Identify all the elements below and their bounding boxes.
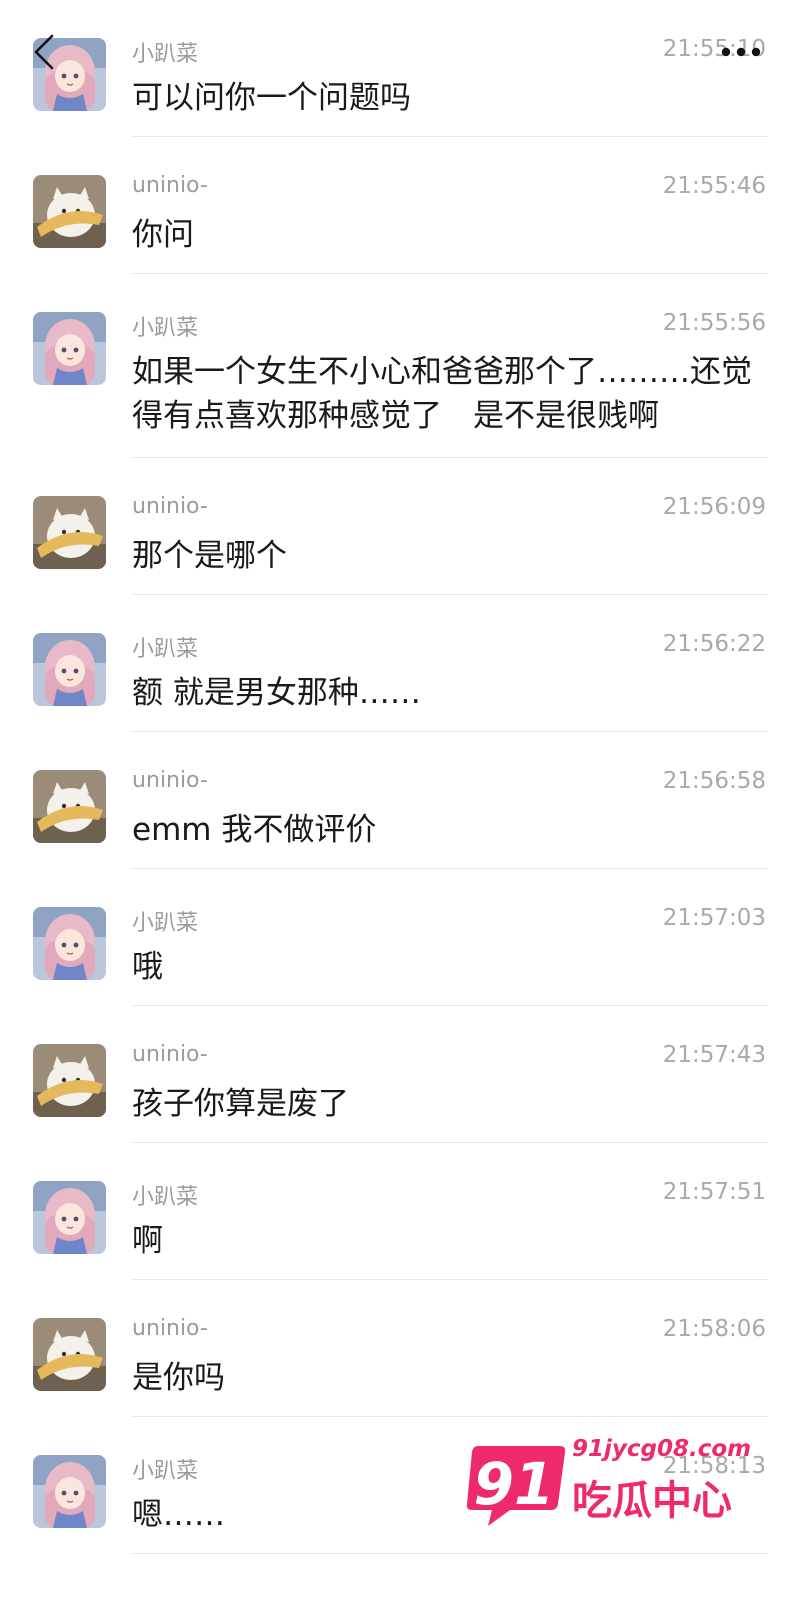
sender-name: 小趴菜 <box>132 42 199 67</box>
cat-avatar[interactable] <box>33 1044 106 1117</box>
sender-name: uninio- <box>132 494 208 519</box>
message-row[interactable]: 小趴菜 21:57:51 啊 <box>0 1143 800 1280</box>
message-time: 21:57:43 <box>662 1042 766 1068</box>
more-dots-icon[interactable] <box>718 44 764 60</box>
message-text: 如果一个女生不小心和爸爸那个了………还觉得有点喜欢那种感觉了 是不是很贱啊 <box>132 354 752 434</box>
message-row[interactable]: uninio- 21:55:46 你问 <box>0 137 800 274</box>
message-row[interactable]: 小趴菜 21:55:56 如果一个女生不小心和爸爸那个了………还觉得有点喜欢那种感觉… <box>0 274 800 458</box>
watermark-title: 吃瓜中心 <box>572 1478 732 1524</box>
message-row[interactable]: uninio- 21:57:43 孩子你算是废了 <box>0 1006 800 1143</box>
cat-avatar[interactable] <box>33 175 106 248</box>
girl-avatar[interactable] <box>33 633 106 706</box>
message-row[interactable]: uninio- 21:56:09 那个是哪个 <box>0 458 800 595</box>
girl-avatar[interactable] <box>33 312 106 385</box>
divider <box>132 1553 768 1554</box>
message-time: 21:57:03 <box>662 905 766 931</box>
sender-name: uninio- <box>132 768 208 793</box>
cat-avatar[interactable] <box>33 1318 106 1391</box>
message-text: 你问 <box>132 217 194 253</box>
message-row[interactable]: 小趴菜 21:55:10 可以问你一个问题吗 <box>0 0 800 137</box>
message-text: emm 我不做评价 <box>132 812 377 848</box>
message-row[interactable]: uninio- 21:58:06 是你吗 <box>0 1280 800 1417</box>
message-text: 哦 <box>132 949 163 985</box>
message-text: 额 就是男女那种…… <box>132 675 421 711</box>
message-time: 21:56:22 <box>662 631 766 657</box>
sender-name: 小趴菜 <box>132 637 199 662</box>
message-time: 21:58:06 <box>662 1316 766 1342</box>
message-row[interactable]: 小趴菜 21:56:22 额 就是男女那种…… <box>0 595 800 732</box>
girl-avatar[interactable] <box>33 1455 106 1528</box>
watermark-badge-text: 91 <box>473 1450 555 1518</box>
message-text: 是你吗 <box>132 1360 225 1396</box>
message-time: 21:55:46 <box>662 173 766 199</box>
watermark-badge: 91 <box>464 1442 568 1530</box>
girl-avatar[interactable] <box>33 907 106 980</box>
sender-name: 小趴菜 <box>132 1459 199 1484</box>
sender-name: 小趴菜 <box>132 316 199 341</box>
message-time: 21:55:56 <box>662 310 766 336</box>
watermark: 91 91jycg08.com 吃瓜中心 <box>460 1436 780 1546</box>
message-text: 啊 <box>132 1223 163 1259</box>
sender-name: uninio- <box>132 173 208 198</box>
message-text: 可以问你一个问题吗 <box>132 80 411 116</box>
message-row[interactable]: 小趴菜 21:57:03 哦 <box>0 869 800 1006</box>
girl-avatar[interactable] <box>33 1181 106 1254</box>
cat-avatar[interactable] <box>33 496 106 569</box>
message-time: 21:56:58 <box>662 768 766 794</box>
sender-name: uninio- <box>132 1042 208 1067</box>
message-text: 那个是哪个 <box>132 538 287 574</box>
message-time: 21:57:51 <box>662 1179 766 1205</box>
sender-name: uninio- <box>132 1316 208 1341</box>
sender-name: 小趴菜 <box>132 911 199 936</box>
message-row[interactable]: uninio- 21:56:58 emm 我不做评价 <box>0 732 800 869</box>
watermark-url: 91jycg08.com <box>572 1436 752 1462</box>
message-text: 孩子你算是废了 <box>132 1086 349 1122</box>
chevron-left-icon[interactable] <box>30 32 58 72</box>
sender-name: 小趴菜 <box>132 1185 199 1210</box>
message-time: 21:56:09 <box>662 494 766 520</box>
cat-avatar[interactable] <box>33 770 106 843</box>
